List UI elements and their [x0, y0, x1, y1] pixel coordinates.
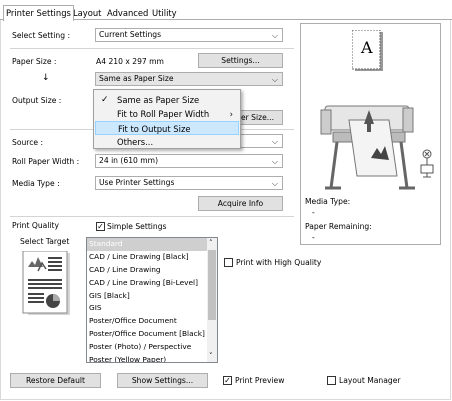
list-item[interactable]: Poster (Photo) / Perspective	[87, 341, 217, 354]
media-type-value: Use Printer Settings	[99, 178, 175, 187]
check-icon: ✓	[101, 95, 109, 105]
layout-manager-checkbox[interactable]	[327, 376, 336, 385]
high-quality-checkbox[interactable]	[224, 258, 233, 267]
chevron-down-icon: ⌵	[271, 157, 278, 166]
paper-size-label: Paper Size :	[12, 57, 57, 66]
divider	[10, 48, 294, 49]
list-item[interactable]: Poster/Office Document	[87, 315, 217, 328]
chevron-right-icon: ›	[229, 109, 233, 119]
list-item[interactable]: Standard	[87, 238, 217, 251]
tab-advanced[interactable]: Advanced	[105, 7, 150, 19]
acquire-info-button[interactable]: Acquire Info	[198, 196, 283, 211]
menu-item-label: Fit to Roll Paper Width	[117, 109, 210, 119]
divider	[10, 216, 294, 217]
media-type-label: Media Type :	[12, 179, 60, 188]
paper-remaining-label: Paper Remaining:	[305, 222, 372, 231]
menu-item-others[interactable]: Others...	[95, 135, 239, 149]
list-item[interactable]: GIS	[87, 302, 217, 315]
media-type-info-value: -	[312, 208, 315, 217]
high-quality-label: Print with High Quality	[236, 258, 322, 267]
simple-settings-checkbox[interactable]: ✓	[96, 222, 105, 231]
scrollbar-thumb[interactable]	[208, 250, 216, 320]
roll-paper-width-label: Roll Paper Width :	[12, 157, 80, 166]
list-item[interactable]: GIS [Black]	[87, 290, 217, 303]
list-item[interactable]: CAD / Line Drawing	[87, 264, 217, 277]
chevron-down-icon: ⌵	[271, 179, 278, 188]
menu-item-label: Fit to Output Size	[118, 124, 191, 134]
select-setting-value: Current Settings	[99, 30, 162, 39]
media-type-dropdown[interactable]: Use Printer Settings ⌵	[95, 176, 283, 190]
list-scrollbar[interactable]: ˄ ˅	[207, 238, 217, 362]
layout-manager-label: Layout Manager	[339, 376, 401, 385]
menu-item-label: Same as Paper Size	[117, 95, 200, 105]
select-setting-dropdown[interactable]: Current Settings ⌵	[95, 28, 283, 42]
select-target-label: Select Target	[20, 237, 70, 246]
show-settings-button[interactable]: Show Settings...	[117, 373, 208, 388]
tab-printer-settings[interactable]: Printer Settings	[3, 5, 74, 21]
paper-size-mode-value: Same as Paper Size	[99, 74, 174, 83]
select-setting-label: Select Setting :	[12, 31, 71, 40]
connection-status-icon	[419, 149, 435, 179]
paper-size-settings-button[interactable]: Settings...	[198, 53, 283, 68]
list-item[interactable]: CAD / Line Drawing [Bi-Level]	[87, 277, 217, 290]
print-preview-label: Print Preview	[235, 376, 285, 385]
simple-settings-label: Simple Settings	[107, 222, 167, 231]
paper-preview-icon: A	[351, 29, 384, 72]
paper-size-mode-dropdown[interactable]: Same as Paper Size ⌵	[95, 72, 283, 86]
print-preview-checkbox[interactable]: ✓	[223, 376, 232, 385]
output-size-label: Output Size :	[12, 96, 62, 105]
paper-remaining-value: -	[312, 233, 315, 242]
chevron-down-icon[interactable]: ˅	[209, 352, 213, 360]
chevron-down-icon: ⌵	[271, 31, 278, 40]
arrow-down-icon: ↓	[42, 73, 50, 83]
menu-item-fit-to-roll-paper-width[interactable]: Fit to Roll Paper Width ›	[95, 107, 239, 121]
chevron-down-icon: ⌵	[271, 137, 278, 146]
restore-default-button[interactable]: Restore Default	[10, 373, 101, 388]
printer-image-icon	[319, 96, 439, 196]
list-item[interactable]: Poster (Yellow Paper)	[87, 354, 217, 362]
paper-size-value: A4 210 x 297 mm	[96, 57, 164, 66]
printer-preview-panel: A	[300, 23, 441, 245]
chevron-up-icon[interactable]: ˄	[209, 239, 213, 247]
roll-paper-width-dropdown[interactable]: 24 in (610 mm) ⌵	[95, 154, 283, 168]
list-item[interactable]: CAD / Line Drawing [Black]	[87, 251, 217, 264]
paper-size-mode-menu: ✓ Same as Paper Size Fit to Roll Paper W…	[93, 89, 241, 149]
select-target-list[interactable]: Standard CAD / Line Drawing [Black] CAD …	[86, 237, 218, 363]
menu-item-label: Others...	[117, 137, 154, 147]
print-quality-label: Print Quality	[12, 221, 60, 230]
menu-item-same-as-paper-size[interactable]: ✓ Same as Paper Size	[95, 93, 239, 107]
print-target-thumbnail-icon	[22, 250, 72, 317]
menu-item-fit-to-output-size[interactable]: Fit to Output Size	[95, 121, 239, 135]
media-type-info-label: Media Type:	[305, 197, 351, 206]
roll-paper-width-value: 24 in (610 mm)	[99, 156, 159, 165]
paper-letter: A	[361, 38, 373, 57]
tab-layout[interactable]: Layout	[71, 7, 103, 19]
list-item[interactable]: Poster/Office Document [Black]	[87, 328, 217, 341]
tab-utility[interactable]: Utility	[150, 7, 179, 19]
chevron-down-icon: ⌵	[271, 75, 278, 84]
source-label: Source :	[12, 138, 44, 147]
